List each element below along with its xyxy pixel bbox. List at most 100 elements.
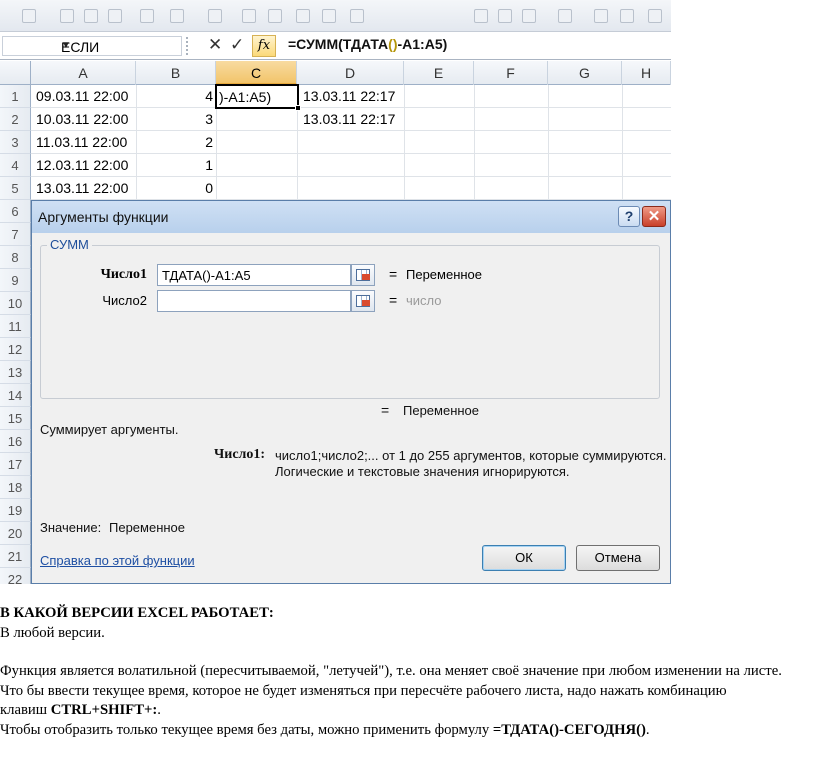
cell-b5[interactable]: 0: [136, 177, 213, 200]
row-header[interactable]: 19: [0, 499, 31, 522]
excel-screenshot: ЕСЛИ ▼ ✕ ✓ fx =СУММ(ТДАТА()-A1:A5) A B C…: [0, 0, 671, 584]
dialog-body: СУММ Число1 ТДАТА()-A1:A5 = Переменное Ч…: [32, 233, 670, 583]
help-link[interactable]: Справка по этой функции: [40, 553, 195, 568]
row-header[interactable]: 17: [0, 453, 31, 476]
sort-icon[interactable]: [208, 9, 222, 23]
row-header[interactable]: 6: [0, 200, 31, 223]
row-header[interactable]: 18: [0, 476, 31, 499]
divider: [186, 37, 192, 55]
undo-icon[interactable]: [140, 9, 154, 23]
arg1-input[interactable]: ТДАТА()-A1:A5: [157, 264, 351, 286]
function-name-label: СУММ: [47, 237, 92, 252]
row-header[interactable]: 20: [0, 522, 31, 545]
cancel-button[interactable]: Отмена: [576, 545, 660, 571]
enter-icon[interactable]: ✓: [230, 35, 244, 55]
toolbar-icon[interactable]: [558, 9, 572, 23]
column-headers: A B C D E F G H: [0, 61, 671, 85]
cell-d1[interactable]: 13.03.11 22:17: [303, 85, 395, 108]
row-header[interactable]: 16: [0, 430, 31, 453]
dialog-title-bar[interactable]: Аргументы функции ? ✕: [32, 201, 670, 233]
toolbar-icon[interactable]: [60, 9, 74, 23]
arg1-equals: =: [389, 266, 398, 282]
row-header[interactable]: 21: [0, 545, 31, 568]
arg2-input[interactable]: [157, 290, 351, 312]
formula-example: =ТДАТА()-СЕГОДНЯ(): [492, 721, 646, 738]
detail-line-2: Логические и текстовые значения игнориру…: [275, 464, 570, 479]
paragraph-line: Чтобы отобразить только текущее время бе…: [0, 721, 816, 741]
toolbar-icon[interactable]: [22, 9, 36, 23]
name-box[interactable]: ЕСЛИ ▼: [2, 36, 182, 56]
row-header[interactable]: 13: [0, 361, 31, 384]
arg2-equals: =: [389, 292, 398, 308]
insert-function-button[interactable]: fx: [252, 35, 276, 57]
customize-toolbar-icon[interactable]: [648, 9, 662, 23]
help-button[interactable]: ?: [618, 206, 640, 227]
arg2-collapse-button[interactable]: [351, 290, 375, 312]
row-header[interactable]: 22: [0, 568, 31, 584]
row-header[interactable]: 9: [0, 269, 31, 292]
toolbar-icon[interactable]: [296, 9, 310, 23]
toolbar-icon[interactable]: [322, 9, 336, 23]
formula-input[interactable]: =СУММ(ТДАТА()-A1:A5): [288, 36, 447, 52]
row-header[interactable]: 2: [0, 108, 31, 131]
cell-b1[interactable]: 4: [136, 85, 213, 108]
toolbar-icon[interactable]: [594, 9, 608, 23]
toolbar-icon[interactable]: [522, 9, 536, 23]
column-header-d[interactable]: D: [297, 61, 404, 85]
keyboard-shortcut: CTRL+SHIFT+:: [50, 702, 158, 719]
arg1-collapse-button[interactable]: [351, 264, 375, 286]
row-header[interactable]: 1: [0, 85, 31, 108]
chevron-down-icon[interactable]: ▼: [61, 40, 177, 51]
row-header[interactable]: 5: [0, 177, 31, 200]
paragraph-line: Что бы ввести текущее время, которое не …: [0, 682, 727, 699]
column-header-e[interactable]: E: [404, 61, 474, 85]
arg2-label: Число2: [102, 293, 147, 308]
toolbar-icon[interactable]: [268, 9, 282, 23]
cell-a3[interactable]: 11.03.11 22:00: [36, 131, 127, 154]
cell-a5[interactable]: 13.03.11 22:00: [36, 177, 128, 200]
paragraph-line: клавиш CTRL+SHIFT+:.: [0, 701, 816, 721]
toolbar-icon[interactable]: [620, 9, 634, 23]
cell-a2[interactable]: 10.03.11 22:00: [36, 108, 128, 131]
row-header[interactable]: 10: [0, 292, 31, 315]
toolbar-icon[interactable]: [350, 9, 364, 23]
column-header-c[interactable]: C: [216, 61, 297, 85]
active-cell-c1[interactable]: )-A1:A5): [215, 84, 301, 111]
row-header[interactable]: 7: [0, 223, 31, 246]
column-header-b[interactable]: B: [136, 61, 216, 85]
row-header[interactable]: 15: [0, 407, 31, 430]
row-header[interactable]: 3: [0, 131, 31, 154]
cell-d2[interactable]: 13.03.11 22:17: [303, 108, 395, 131]
column-header-f[interactable]: F: [474, 61, 548, 85]
redo-icon[interactable]: [170, 9, 184, 23]
formula-paren: (): [388, 36, 398, 52]
row-header[interactable]: 12: [0, 338, 31, 361]
close-button[interactable]: ✕: [642, 206, 666, 227]
row-header[interactable]: 11: [0, 315, 31, 338]
column-header-g[interactable]: G: [548, 61, 622, 85]
row-header[interactable]: 8: [0, 246, 31, 269]
cell-b3[interactable]: 2: [136, 131, 213, 154]
document-text: В КАКОЙ ВЕРСИИ EXCEL РАБОТАЕТ: В любой в…: [0, 604, 816, 741]
toolbar-icon[interactable]: [242, 9, 256, 23]
toolbar-icon[interactable]: [498, 9, 512, 23]
total-result: Переменное: [403, 403, 480, 418]
cell-b4[interactable]: 1: [136, 154, 213, 177]
column-header-h[interactable]: H: [622, 61, 671, 85]
row-header[interactable]: 14: [0, 384, 31, 407]
total-equals: =: [381, 402, 390, 418]
row-header[interactable]: 4: [0, 154, 31, 177]
value-result: Переменное: [109, 520, 186, 535]
fill-handle[interactable]: [295, 105, 301, 111]
cell-a1[interactable]: 09.03.11 22:00: [36, 85, 128, 108]
cell-a4[interactable]: 12.03.11 22:00: [36, 154, 128, 177]
toolbar-icon[interactable]: [84, 9, 98, 23]
ok-button[interactable]: ОК: [482, 545, 566, 571]
select-all-corner[interactable]: [0, 61, 31, 85]
toolbar-icon[interactable]: [474, 9, 488, 23]
cancel-icon[interactable]: ✕: [208, 35, 222, 55]
formula-text-start: =СУММ(ТДАТА: [288, 36, 389, 52]
cell-b2[interactable]: 3: [136, 108, 213, 131]
column-header-a[interactable]: A: [31, 61, 136, 85]
toolbar-icon[interactable]: [108, 9, 122, 23]
